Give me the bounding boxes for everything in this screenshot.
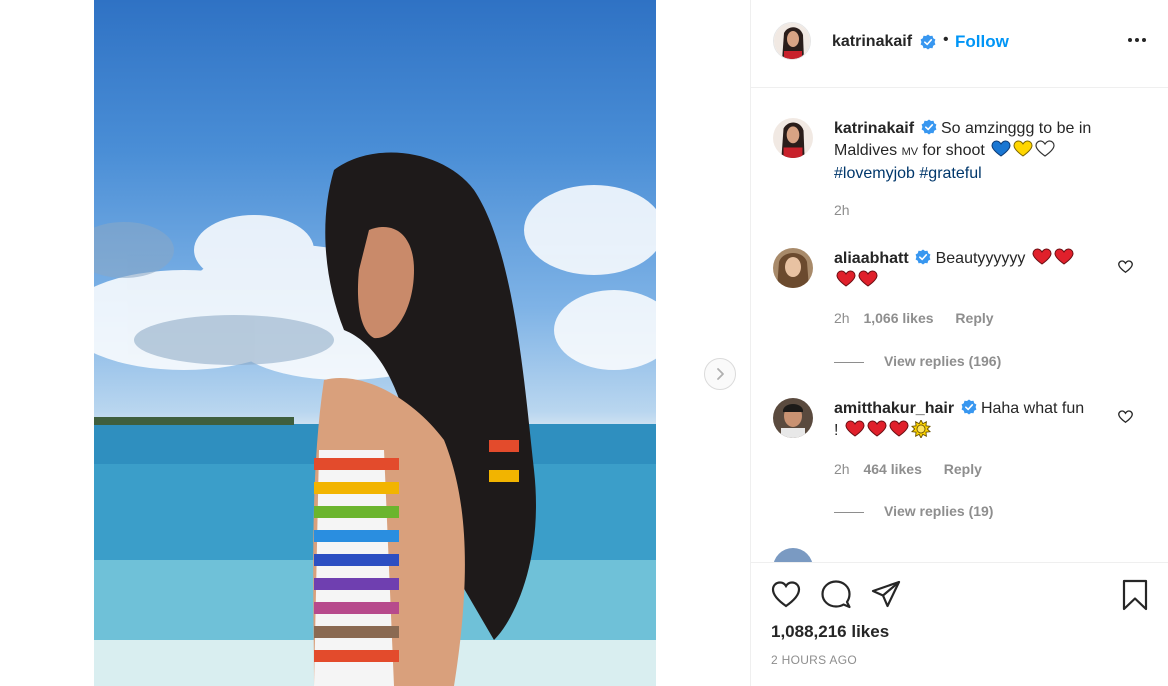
comment-meta: 2h 464 likes Reply — [834, 461, 982, 477]
comment-time: 2h — [834, 310, 850, 326]
red-heart-emoji-icon — [1054, 248, 1074, 265]
view-replies-button[interactable]: View replies (196) — [834, 353, 1001, 369]
blue-heart-emoji-icon — [991, 140, 1011, 157]
comment-username[interactable]: amitthakur_hair — [834, 400, 954, 417]
caption-avatar[interactable] — [773, 118, 813, 158]
view-replies-label: View replies (19) — [884, 503, 994, 519]
post-side-panel: katrinakaif • Follow katrinakaif So amzi… — [750, 0, 1168, 686]
photo-artwork — [94, 152, 656, 686]
caption-avatar-image — [773, 118, 813, 158]
post-timestamp: 2 HOURS AGO — [771, 653, 857, 667]
red-heart-emoji-icon — [889, 420, 909, 437]
verified-badge-icon — [915, 249, 931, 265]
replies-divider — [834, 511, 864, 513]
post-likes-count[interactable]: 1,088,216 likes — [771, 622, 889, 642]
comment-body-tail: ! — [834, 422, 839, 439]
hashtag-lovemyjob[interactable]: #lovemyjob — [834, 165, 915, 182]
red-heart-emoji-icon — [845, 420, 865, 437]
commenter-avatar[interactable] — [773, 248, 813, 288]
separator-dot: • — [943, 31, 949, 48]
flag-mv: MV — [901, 146, 919, 158]
comment-body: Haha what fun — [980, 400, 1085, 417]
comment-text: amitthakur_hair Haha what fun ! — [834, 398, 1109, 442]
comment-icon[interactable] — [820, 579, 852, 611]
author-avatar-image — [774, 23, 810, 59]
commenter-avatar-image — [773, 398, 813, 438]
heart-icon[interactable] — [770, 579, 802, 611]
red-heart-emoji-icon — [1032, 248, 1052, 265]
caption-text: katrinakaif So amzinggg to be in Maldive… — [834, 118, 1109, 185]
caption-body-tail: for shoot — [922, 142, 985, 159]
bookmark-icon[interactable] — [1119, 579, 1151, 611]
comment-body: Beautyyyyyy — [935, 250, 1026, 267]
hashtag-grateful[interactable]: #grateful — [919, 165, 981, 182]
like-comment-heart-icon[interactable] — [1118, 260, 1133, 274]
post-header: katrinakaif • Follow — [751, 0, 1168, 88]
commenter-avatar[interactable] — [773, 398, 813, 438]
verified-badge-icon — [921, 119, 936, 135]
author-avatar[interactable] — [773, 22, 811, 60]
red-heart-emoji-icon — [836, 270, 856, 287]
yellow-heart-emoji-icon — [1013, 140, 1033, 157]
red-heart-emoji-icon — [858, 270, 878, 287]
sun-emoji-icon — [910, 420, 931, 438]
comment-likes[interactable]: 464 likes — [863, 461, 921, 477]
view-replies-label: View replies (196) — [884, 353, 1002, 369]
reply-button[interactable]: Reply — [955, 310, 993, 326]
post-photo[interactable] — [94, 0, 656, 686]
comment-likes[interactable]: 1,066 likes — [863, 310, 933, 326]
replies-divider — [834, 361, 864, 363]
post-actions-footer: 1,088,216 likes 2 HOURS AGO — [751, 562, 1168, 686]
like-comment-heart-icon[interactable] — [1118, 410, 1133, 424]
verified-badge-icon — [961, 399, 976, 415]
white-heart-emoji-icon — [1035, 140, 1055, 157]
verified-badge-icon — [920, 34, 936, 50]
follow-button[interactable]: Follow — [955, 32, 1009, 52]
chevron-right-icon — [717, 368, 724, 380]
share-icon[interactable] — [870, 579, 902, 611]
red-heart-emoji-icon — [867, 420, 887, 437]
author-username[interactable]: katrinakaif — [832, 33, 912, 51]
comment-meta: 2h 1,066 likes Reply — [834, 310, 994, 326]
reply-button[interactable]: Reply — [944, 461, 982, 477]
caption-time: 2h — [834, 202, 850, 218]
more-options-icon[interactable] — [1127, 36, 1147, 44]
next-photo-button[interactable] — [704, 358, 736, 390]
view-replies-button[interactable]: View replies (19) — [834, 503, 993, 519]
commenter-avatar-image — [773, 248, 813, 288]
comment-time: 2h — [834, 461, 850, 477]
caption-username[interactable]: katrinakaif — [834, 120, 914, 137]
comment-text: aliaabhatt Beautyyyyyy — [834, 248, 1109, 292]
comment-username[interactable]: aliaabhatt — [834, 250, 909, 267]
